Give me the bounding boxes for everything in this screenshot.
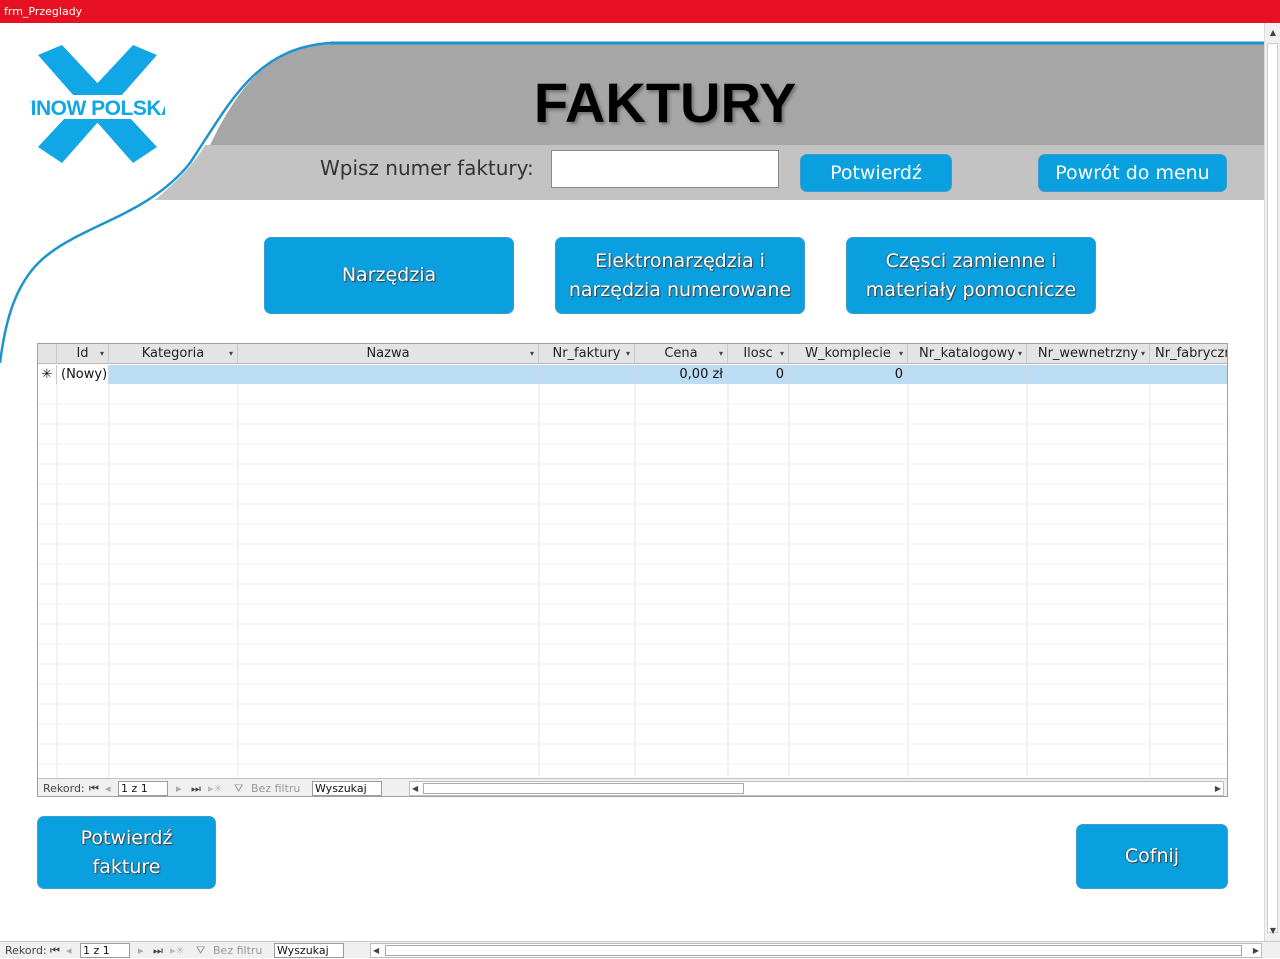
form-horizontal-scrollbar[interactable]: ◀ ▶ bbox=[370, 943, 1262, 958]
column-header-nr-fabryczny[interactable]: Nr_fabryczn bbox=[1150, 344, 1227, 364]
filter-icon[interactable]: ⛛ bbox=[234, 779, 243, 796]
form-search-input[interactable]: Wyszukaj bbox=[274, 943, 344, 958]
back-button[interactable]: Cofnij bbox=[1076, 824, 1228, 889]
last-record-icon[interactable]: ⏭ bbox=[191, 779, 201, 796]
cell-w-komplecie[interactable]: 0 bbox=[789, 365, 908, 384]
cell-nr-faktury[interactable] bbox=[539, 365, 635, 384]
datasheet-horizontal-scrollbar[interactable]: ◀ ▶ bbox=[409, 781, 1224, 796]
scroll-right-icon[interactable]: ▶ bbox=[1253, 944, 1259, 957]
scrollbar-thumb[interactable] bbox=[385, 945, 1242, 956]
datasheet-gridlines bbox=[38, 384, 1227, 777]
cell-cena[interactable]: 0,00 zł bbox=[635, 365, 728, 384]
datasheet-body: ✳ (Nowy) 0,00 zł 0 0 bbox=[38, 365, 1227, 777]
filter-status-label[interactable]: Bez filtru bbox=[251, 779, 300, 796]
table-row[interactable]: ✳ (Nowy) 0,00 zł 0 0 bbox=[38, 365, 1227, 384]
datasheet-header-row: Id ▾ Kategoria ▾ Nazwa ▾ Nr_faktury ▾ Cena ▾ … bbox=[38, 344, 1227, 364]
first-record-icon[interactable]: ⏮ bbox=[50, 942, 60, 959]
column-header-ilosc[interactable]: Ilosc ▾ bbox=[728, 344, 789, 364]
filter-icon[interactable]: ⛛ bbox=[196, 942, 205, 959]
spare-parts-category-label: Częsci zamienne i materiały pomocnicze bbox=[865, 249, 1077, 301]
cell-nr-wewnetrzny[interactable] bbox=[1027, 365, 1150, 384]
chevron-down-icon[interactable]: ▾ bbox=[229, 344, 233, 364]
window-title-bar: frm_Przeglady bbox=[0, 0, 1280, 23]
new-record-nav-icon[interactable]: ▸✳ bbox=[208, 779, 223, 796]
first-record-icon[interactable]: ⏮ bbox=[89, 779, 99, 796]
scroll-left-icon[interactable]: ◀ bbox=[412, 782, 418, 795]
scrollbar-thumb[interactable] bbox=[1267, 43, 1278, 933]
cell-ilosc[interactable]: 0 bbox=[728, 365, 789, 384]
previous-record-icon[interactable]: ◂ bbox=[105, 779, 111, 796]
last-record-icon[interactable]: ⏭ bbox=[153, 942, 163, 959]
back-to-menu-button[interactable]: Powrót do menu bbox=[1038, 154, 1227, 192]
scroll-right-icon[interactable]: ▶ bbox=[1215, 782, 1221, 795]
datasheet-record-navigator: Rekord: ⏮ ◂ 1 z 1 ▸ ⏭ ▸✳ ⛛ Bez filtru Wy… bbox=[38, 778, 1227, 796]
cell-id[interactable]: (Nowy) bbox=[57, 365, 109, 384]
tools-category-button[interactable]: Narzędzia bbox=[264, 237, 514, 314]
record-position-input[interactable]: 1 z 1 bbox=[80, 943, 130, 958]
invoice-items-datasheet[interactable]: Id ▾ Kategoria ▾ Nazwa ▾ Nr_faktury ▾ Cena ▾ … bbox=[37, 343, 1228, 797]
confirm-invoice-label: Potwierdź fakture bbox=[80, 826, 173, 878]
scroll-left-icon[interactable]: ◀ bbox=[373, 944, 379, 957]
record-position-input[interactable]: 1 z 1 bbox=[118, 781, 168, 796]
select-all-cell[interactable] bbox=[38, 344, 57, 364]
column-header-nr-faktury[interactable]: Nr_faktury ▾ bbox=[539, 344, 635, 364]
column-header-w-komplecie[interactable]: W_komplecie ▾ bbox=[789, 344, 908, 364]
chevron-down-icon[interactable]: ▾ bbox=[1141, 344, 1145, 364]
form-record-navigator: Rekord: ⏮ ◂ 1 z 1 ▸ ⏭ ▸✳ ⛛ Bez filtru Wy… bbox=[0, 941, 1280, 958]
spare-parts-category-button[interactable]: Częsci zamienne i materiały pomocnicze bbox=[846, 237, 1096, 314]
back-label: Cofnij bbox=[1124, 845, 1180, 867]
power-tools-category-button[interactable]: Elektronarzędzia i narzędzia numerowane bbox=[555, 237, 805, 314]
tools-category-label: Narzędzia bbox=[341, 264, 437, 286]
confirm-invoice-button[interactable]: Potwierdź fakture bbox=[37, 816, 216, 889]
scrollbar-thumb[interactable] bbox=[423, 783, 744, 794]
form-vertical-scrollbar[interactable]: ▲ ▼ bbox=[1264, 23, 1280, 941]
cell-nr-katalogowy[interactable] bbox=[908, 365, 1027, 384]
column-header-id[interactable]: Id ▾ bbox=[57, 344, 109, 364]
column-header-nr-katalogowy[interactable]: Nr_katalogowy ▾ bbox=[908, 344, 1027, 364]
cell-nr-fabryczny[interactable] bbox=[1150, 365, 1227, 384]
record-label: Rekord: bbox=[5, 944, 47, 957]
cell-kategoria[interactable] bbox=[109, 365, 238, 384]
previous-record-icon[interactable]: ◂ bbox=[66, 942, 72, 959]
chevron-down-icon[interactable]: ▾ bbox=[1018, 344, 1022, 364]
invoice-number-input[interactable] bbox=[551, 150, 779, 188]
record-label: Rekord: bbox=[43, 782, 85, 795]
chevron-down-icon[interactable]: ▾ bbox=[899, 344, 903, 364]
invoice-number-label: Wpisz numer faktury: bbox=[320, 156, 534, 180]
chevron-down-icon[interactable]: ▾ bbox=[626, 344, 630, 364]
company-logo: FINOW POLSKA bbox=[30, 45, 165, 163]
power-tools-category-label: Elektronarzędzia i narzędzia numerowane bbox=[568, 249, 792, 301]
chevron-down-icon[interactable]: ▾ bbox=[530, 344, 534, 364]
confirm-button[interactable]: Potwierdź bbox=[800, 154, 952, 192]
chevron-down-icon[interactable]: ▾ bbox=[100, 344, 104, 364]
cell-nazwa[interactable] bbox=[238, 365, 539, 384]
next-record-icon[interactable]: ▸ bbox=[176, 779, 182, 796]
scroll-down-icon[interactable]: ▼ bbox=[1265, 923, 1280, 939]
filter-status-label[interactable]: Bez filtru bbox=[213, 942, 262, 959]
new-record-nav-icon[interactable]: ▸✳ bbox=[170, 942, 185, 959]
logo-text: FINOW POLSKA bbox=[30, 97, 165, 120]
new-record-icon[interactable]: ✳ bbox=[38, 365, 57, 384]
column-header-nazwa[interactable]: Nazwa ▾ bbox=[238, 344, 539, 364]
chevron-down-icon[interactable]: ▾ bbox=[719, 344, 723, 364]
page-title: FAKTURY bbox=[533, 71, 797, 134]
scroll-up-icon[interactable]: ▲ bbox=[1265, 25, 1280, 41]
next-record-icon[interactable]: ▸ bbox=[138, 942, 144, 959]
column-header-kategoria[interactable]: Kategoria ▾ bbox=[109, 344, 238, 364]
chevron-down-icon[interactable]: ▾ bbox=[780, 344, 784, 364]
window-title: frm_Przeglady bbox=[4, 5, 83, 18]
column-header-nr-wewnetrzny[interactable]: Nr_wewnetrzny ▾ bbox=[1027, 344, 1150, 364]
column-header-cena[interactable]: Cena ▾ bbox=[635, 344, 728, 364]
datasheet-search-input[interactable]: Wyszukaj bbox=[312, 781, 382, 796]
